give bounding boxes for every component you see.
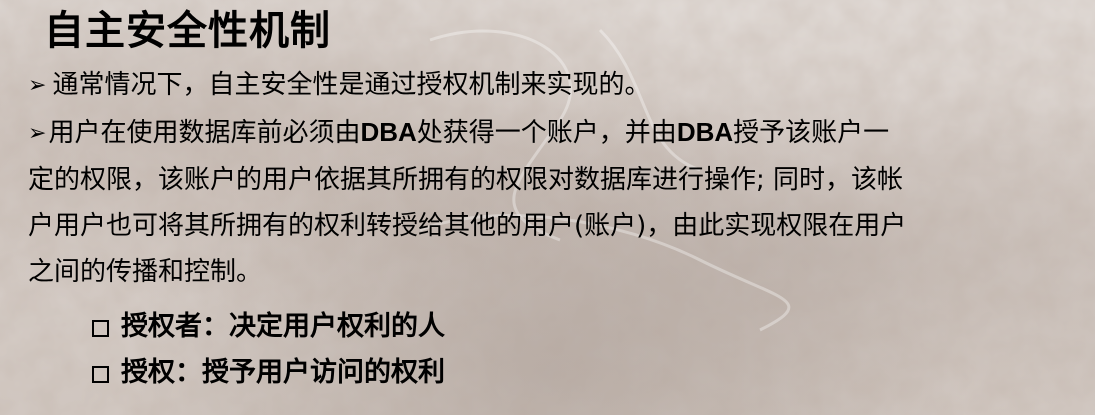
- sub-list: 授权者：决定用户权利的人 授权：授予用户访问的权利: [92, 304, 445, 396]
- dba-term: DBA: [676, 117, 734, 147]
- page-title: 自主安全性机制: [44, 8, 331, 54]
- sub-item-grantor: 授权者：决定用户权利的人: [92, 304, 445, 350]
- arrow-bullet-icon: ➢: [28, 73, 47, 98]
- bullet-1-text: 通常情况下，自主安全性是通过授权机制来实现的。: [52, 70, 651, 100]
- bullet-2-text-part: 用户在使用数据库前必须由: [48, 118, 361, 148]
- sub-item-grant: 授权：授予用户访问的权利: [92, 350, 445, 396]
- sub-item-label: 授权者：决定用户权利的人: [121, 311, 445, 342]
- bullet-2-text-part: 之间的传播和控制。: [28, 257, 263, 287]
- bullet-1: ➢ 通常情况下，自主安全性是通过授权机制来实现的。: [28, 62, 1078, 109]
- bullet-2-text-part: 户用户也可将其所拥有的权利转授给其他的用户(账户)，由此实现权限在用户: [28, 211, 907, 241]
- checkbox-bullet-icon: [92, 365, 109, 383]
- bullet-2: ➢用户在使用数据库前必须由DBA处获得一个账户，并由DBA授予该账户一 定的权限，…: [28, 109, 1078, 295]
- slide: 自主安全性机制 ➢ 通常情况下，自主安全性是通过授权机制来实现的。 ➢用户在使用数…: [0, 0, 1095, 415]
- arrow-bullet-icon: ➢: [28, 121, 47, 146]
- body-text: ➢ 通常情况下，自主安全性是通过授权机制来实现的。 ➢用户在使用数据库前必须由DB…: [28, 62, 1078, 295]
- dba-term: DBA: [360, 117, 417, 147]
- sub-item-label: 授权：授予用户访问的权利: [121, 357, 445, 388]
- bullet-2-text-part: 处获得一个账户，并由: [416, 118, 677, 148]
- bullet-2-text-part: 授予该账户一: [733, 118, 890, 148]
- bullet-2-text-part: 定的权限，该账户的用户依据其所拥有的权限对数据库进行操作; 同时，该帐: [28, 165, 904, 195]
- checkbox-bullet-icon: [92, 319, 109, 337]
